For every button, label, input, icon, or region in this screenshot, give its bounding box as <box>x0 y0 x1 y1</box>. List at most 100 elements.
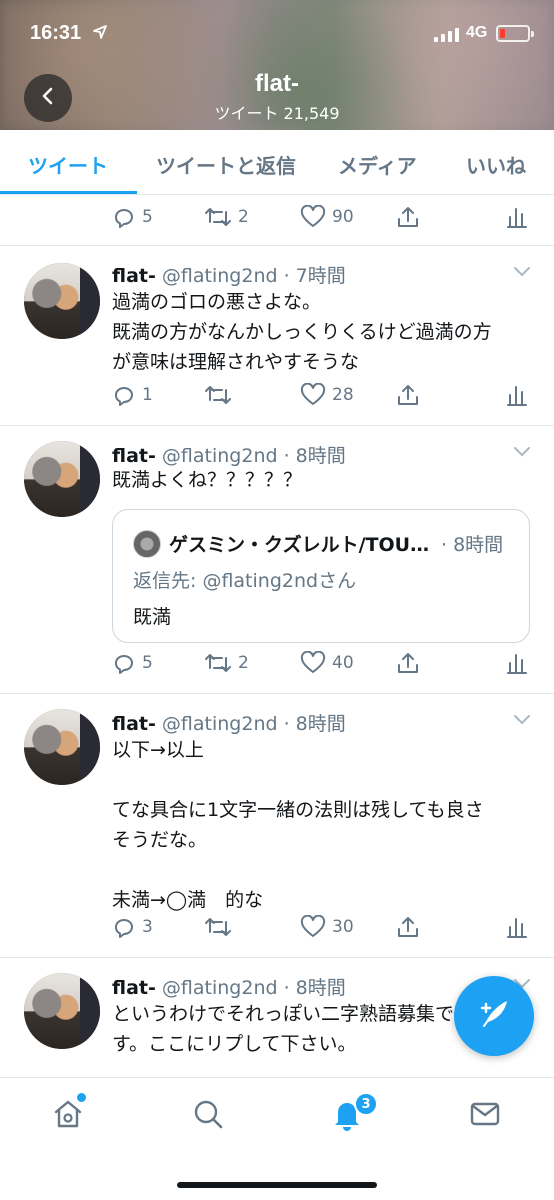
quoted-author-name: ゲスミン・クズレルト/TOUGOU <box>169 534 431 556</box>
bottom-navigation: 3 <box>0 1077 554 1200</box>
like-icon <box>300 915 326 939</box>
tweet-actions: 3 30 <box>0 915 554 945</box>
retweet-count: 2 <box>238 653 249 673</box>
tweet-author-name[interactable]: flat- <box>112 977 156 999</box>
tweet-handle-time: @flating2nd · 8時間 <box>161 713 346 735</box>
share-button[interactable] <box>396 205 420 229</box>
reply-button[interactable]: 5 <box>112 651 153 675</box>
retweet-button[interactable] <box>204 915 232 939</box>
share-button[interactable] <box>396 915 420 939</box>
home-indicator <box>177 1182 377 1188</box>
like-button[interactable]: 90 <box>300 205 354 229</box>
analytics-button[interactable] <box>506 205 528 229</box>
quoted-avatar <box>133 530 161 558</box>
like-count: 90 <box>332 207 354 227</box>
tab-tweets-and-replies[interactable]: ツイートと返信 <box>156 150 296 179</box>
profile-header: 16:31 4G flat- ツイート 21,549 <box>0 0 554 130</box>
retweet-button[interactable]: 2 <box>204 205 249 229</box>
tweet[interactable]: flat- @flating2nd · 8時間 既満よくね？？？？？ ゲスミン・… <box>0 425 554 693</box>
tweet-header: flat- @flating2nd · 8時間 <box>112 973 346 1000</box>
compose-tweet-button[interactable] <box>454 976 534 1056</box>
battery-icon <box>496 25 534 42</box>
tab-likes[interactable]: いいね <box>466 150 526 179</box>
tweet-header: flat- @flating2nd · 7時間 <box>112 261 346 288</box>
status-bar: 16:31 4G <box>0 0 554 60</box>
tweet-header: flat- @flating2nd · 8時間 <box>112 441 346 468</box>
analytics-icon <box>506 383 528 407</box>
share-button[interactable] <box>396 651 420 675</box>
analytics-icon <box>506 915 528 939</box>
tweet-handle-time: @flating2nd · 8時間 <box>161 445 346 467</box>
nav-messages[interactable] <box>465 1096 505 1136</box>
reply-button[interactable]: 3 <box>112 915 153 939</box>
like-icon <box>300 383 326 407</box>
page-title: flat- <box>255 70 299 97</box>
reply-icon <box>112 383 136 407</box>
profile-tabs: ツイート ツイートと返信 メディア いいね <box>0 130 554 195</box>
like-icon <box>300 205 326 229</box>
active-tab-indicator <box>0 191 137 194</box>
chevron-down-icon[interactable] <box>512 443 532 462</box>
analytics-button[interactable] <box>506 383 528 407</box>
share-button[interactable] <box>396 383 420 407</box>
tweet-author-name[interactable]: flat- <box>112 713 156 735</box>
messages-icon <box>468 1097 502 1135</box>
quoted-tweet[interactable]: ゲスミン・クズレルト/TOUGOU · 8時間 返信先: @flating2nd… <box>112 509 530 643</box>
avatar[interactable] <box>24 263 100 339</box>
tweet-author-name[interactable]: flat- <box>112 265 156 287</box>
like-button[interactable]: 30 <box>300 915 354 939</box>
nav-home[interactable] <box>48 1096 88 1136</box>
retweet-button[interactable] <box>204 383 232 407</box>
header-title-block: flat- ツイート 21,549 <box>0 70 554 124</box>
chevron-down-icon[interactable] <box>512 263 532 282</box>
location-icon <box>92 24 108 44</box>
quoted-time: · 8時間 <box>441 534 504 556</box>
tweet-text: 既満よくね？？？？？ <box>112 469 303 491</box>
analytics-button[interactable] <box>506 651 528 675</box>
like-count: 28 <box>332 385 354 405</box>
home-icon <box>51 1097 85 1135</box>
tweet[interactable]: flat- @flating2nd · 8時間 以下→以上 てな具合に1文字一緒… <box>0 693 554 957</box>
tweet-text: 以下→以上 てな具合に1文字一緒の法則は残しても良さ そうだな。 未満→◯満 的… <box>112 739 484 911</box>
avatar[interactable] <box>24 709 100 785</box>
avatar[interactable] <box>24 441 100 517</box>
tweet-actions: 5 2 90 <box>0 205 554 235</box>
tab-tweets[interactable]: ツイート <box>28 150 108 179</box>
home-unread-dot <box>77 1093 86 1102</box>
tweet-count: ツイート 21,549 <box>214 104 340 123</box>
like-button[interactable]: 40 <box>300 651 354 675</box>
reply-count: 5 <box>142 207 153 227</box>
retweet-count: 2 <box>238 207 249 227</box>
reply-count: 1 <box>142 385 153 405</box>
nav-search[interactable] <box>188 1096 228 1136</box>
retweet-icon <box>204 651 232 675</box>
status-time: 16:31 <box>30 22 82 44</box>
retweet-button[interactable]: 2 <box>204 651 249 675</box>
chevron-down-icon[interactable] <box>512 711 532 730</box>
reply-icon <box>112 915 136 939</box>
quoted-text: 既満 <box>133 606 172 628</box>
analytics-button[interactable] <box>506 915 528 939</box>
share-icon <box>396 915 420 939</box>
signal-icon <box>434 28 459 42</box>
notification-badge: 3 <box>354 1092 378 1116</box>
tweet[interactable]: flat- @flating2nd · 7時間 過満のゴロの悪さよな。 既満の方… <box>0 245 554 425</box>
reply-button[interactable]: 1 <box>112 383 153 407</box>
retweet-icon <box>204 915 232 939</box>
tweet-actions: 5 2 40 <box>0 651 554 681</box>
tweet-text: 過満のゴロの悪さよな。 既満の方がなんかしっくりくるけど過満の方 が意味は理解さ… <box>112 291 492 373</box>
reply-icon <box>112 205 136 229</box>
network-type: 4G <box>466 24 488 41</box>
tab-media[interactable]: メディア <box>338 150 417 179</box>
reply-count: 5 <box>142 653 153 673</box>
like-count: 30 <box>332 917 354 937</box>
avatar[interactable] <box>24 973 100 1049</box>
compose-icon <box>474 994 514 1038</box>
reply-button[interactable]: 5 <box>112 205 153 229</box>
tweet-feed[interactable]: 5 2 90 flat- @flating2nd · 7時間 過満のゴロの悪さよ… <box>0 195 554 1077</box>
share-icon <box>396 651 420 675</box>
tweet-author-name[interactable]: flat- <box>112 445 156 467</box>
retweet-icon <box>204 383 232 407</box>
like-button[interactable]: 28 <box>300 383 354 407</box>
tweet-actions: 1 28 <box>0 383 554 413</box>
